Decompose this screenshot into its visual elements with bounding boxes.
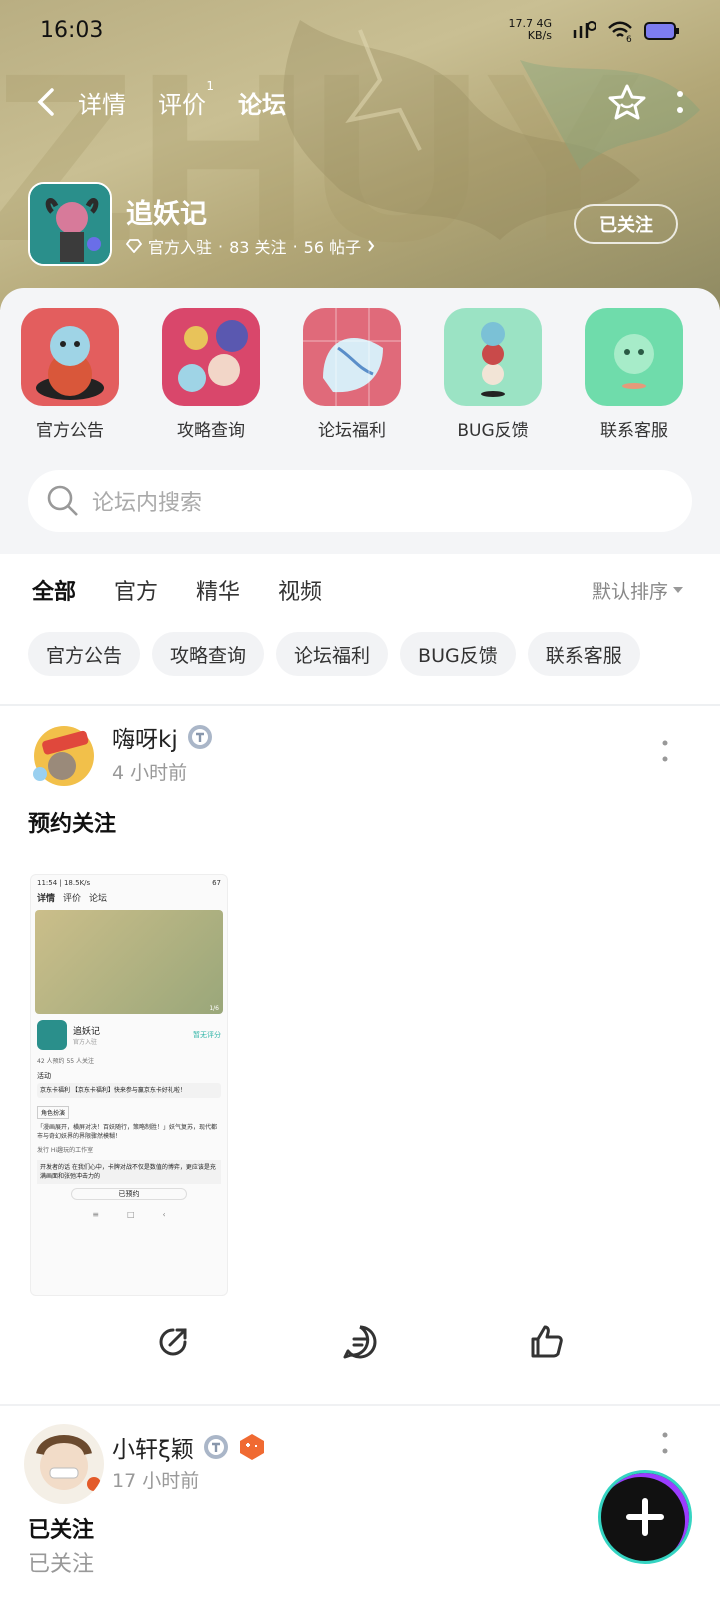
game-meta[interactable]: 官方入驻 · 83 关注 · 56 帖子	[126, 234, 375, 258]
chevron-right-icon	[368, 240, 375, 252]
like-icon[interactable]	[529, 1324, 565, 1360]
back-arrow-icon[interactable]	[34, 87, 58, 117]
bug-report-icon	[444, 308, 542, 406]
filter-tab-featured[interactable]: 精华	[196, 574, 240, 606]
chip-announcements[interactable]: 官方公告	[28, 632, 141, 676]
filter-tabs: 全部 官方 精华 视频 默认排序	[32, 574, 684, 607]
game-header: ZHUY 16:03 17.7 4G KB/s 6 详情 评价1 论坛	[0, 0, 720, 310]
post-time: 17 小时前	[112, 1470, 200, 1492]
post-more-icon[interactable]	[662, 740, 668, 762]
verified-badge-icon	[203, 1435, 228, 1459]
game-info: 追妖记 官方入驻 · 83 关注 · 56 帖子 已关注	[28, 182, 678, 266]
quick-entry-bug-report[interactable]: BUG反馈	[443, 308, 543, 441]
status-time: 16:03	[40, 18, 104, 43]
image-banner: 1/6	[35, 910, 223, 1014]
chip-support[interactable]: 联系客服	[527, 632, 640, 676]
follow-button[interactable]: 已关注	[574, 204, 678, 244]
post-more-icon[interactable]	[662, 1432, 668, 1454]
forum-panel: 官方公告 攻略查询 论坛福利 BUG反馈 联系客服 论坛内搜索	[0, 288, 720, 554]
avatar[interactable]	[24, 712, 104, 792]
filter-tab-video[interactable]: 视频	[278, 574, 322, 606]
chip-welfare[interactable]: 论坛福利	[276, 632, 389, 676]
follower-count: 83 关注	[229, 238, 287, 257]
battery-icon	[644, 22, 679, 40]
guides-icon	[162, 308, 260, 406]
official-label: 官方入驻	[148, 238, 213, 257]
post-title: 预约关注	[28, 812, 117, 837]
gamer-badge-icon	[239, 1434, 264, 1460]
game-logo[interactable]	[28, 182, 112, 266]
image-status-bar: 11:54 | 18.5K/s 67	[37, 879, 221, 887]
post-count: 56 帖子	[303, 238, 362, 257]
favorite-star-icon[interactable]	[608, 83, 646, 121]
share-icon[interactable]	[155, 1324, 191, 1360]
quick-entries: 官方公告 攻略查询 论坛福利 BUG反馈 联系客服	[20, 308, 684, 441]
sort-dropdown[interactable]: 默认排序	[592, 577, 684, 604]
welfare-icon	[303, 308, 401, 406]
chip-guides[interactable]: 攻略查询	[152, 632, 265, 676]
svg-text:6: 6	[626, 35, 632, 42]
quick-entry-guides[interactable]: 攻略查询	[161, 308, 261, 441]
top-navigation: 详情 评价 1 论坛	[34, 79, 684, 124]
verified-badge-icon	[187, 725, 212, 749]
image-tabs: 详情 评价 论坛	[37, 894, 108, 904]
image-game-row: 追妖记 官方入驻 暂无评分	[31, 1014, 227, 1056]
forum-search-input[interactable]: 论坛内搜索	[28, 470, 692, 532]
author-name[interactable]: 小轩ξ颖	[112, 1430, 266, 1464]
post-card[interactable]: 嗨呀kj 4 小时前 预约关注 11:54 | 18.5K/s 67 详情 评价…	[0, 706, 720, 1406]
tab-forum[interactable]: 论坛	[234, 85, 290, 120]
image-nav-bar: ≡ □ ‹	[92, 1210, 166, 1219]
signal-icon	[573, 21, 596, 38]
search-icon	[47, 485, 78, 516]
network-speed: 17.7 4G KB/s	[508, 17, 552, 42]
filter-tab-all[interactable]: 全部	[32, 574, 76, 607]
game-name: 追妖记	[126, 199, 207, 230]
wifi-icon: 6	[608, 21, 632, 42]
caret-down-icon	[673, 587, 683, 593]
create-post-button[interactable]	[598, 1470, 692, 1564]
post-image[interactable]: 11:54 | 18.5K/s 67 详情 评价 论坛 1/6 追妖记 官方入驻…	[30, 874, 228, 1296]
comment-icon[interactable]	[342, 1324, 378, 1360]
post-excerpt: 已关注	[28, 1552, 95, 1577]
more-options-icon[interactable]	[676, 90, 684, 114]
author-name[interactable]: 嗨呀kj	[112, 720, 214, 754]
status-icons: 6	[572, 20, 680, 42]
search-placeholder: 论坛内搜索	[92, 491, 203, 516]
tab-details[interactable]: 详情	[78, 85, 126, 120]
reviews-count-badge: 1	[206, 78, 214, 93]
plus-icon	[626, 1498, 664, 1536]
category-chips: 官方公告 攻略查询 论坛福利 BUG反馈 联系客服	[28, 632, 640, 676]
post-time: 4 小时前	[112, 762, 188, 784]
post-title: 已关注	[28, 1518, 95, 1543]
tab-reviews[interactable]: 评价 1	[158, 79, 214, 120]
post-actions	[0, 1312, 720, 1372]
chip-bug-report[interactable]: BUG反馈	[400, 632, 516, 676]
filter-tab-official[interactable]: 官方	[114, 574, 158, 606]
status-bar: 16:03 17.7 4G KB/s 6	[40, 14, 680, 50]
support-icon	[585, 308, 683, 406]
quick-entry-announcements[interactable]: 官方公告	[20, 308, 120, 441]
announcements-icon	[21, 308, 119, 406]
quick-entry-welfare[interactable]: 论坛福利	[302, 308, 402, 441]
avatar[interactable]	[24, 1424, 104, 1504]
filter-bar: 全部 官方 精华 视频 默认排序 官方公告 攻略查询 论坛福利 BUG反馈 联系…	[0, 556, 720, 706]
quick-entry-support[interactable]: 联系客服	[584, 308, 684, 441]
diamond-icon	[126, 239, 142, 253]
